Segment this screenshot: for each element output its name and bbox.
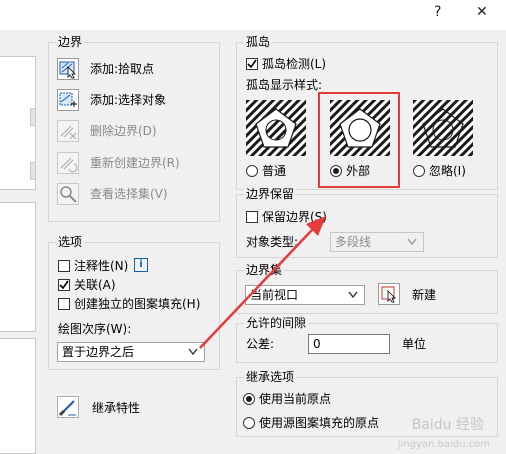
checkmark-icon — [247, 59, 257, 69]
chevron-down-icon — [348, 291, 358, 299]
separate-hatches-checkbox[interactable] — [58, 298, 70, 310]
boundary-set-select[interactable]: 当前视口 — [245, 285, 365, 305]
annotative-checkbox[interactable] — [58, 260, 70, 272]
view-selections-button[interactable] — [57, 183, 79, 205]
associative-label: 关联(A) — [74, 278, 116, 292]
add-select-objects-button[interactable] — [57, 89, 79, 111]
chevron-down-icon — [407, 238, 417, 246]
tolerance-label: 公差: — [246, 337, 275, 351]
tolerance-unit-label: 单位 — [402, 337, 427, 351]
add-select-objects-label[interactable]: 添加:选择对象 — [90, 92, 166, 108]
options-title: 选项 — [56, 234, 85, 250]
boundary-set-value: 当前视口 — [250, 288, 299, 302]
watermark-sub: jingyan.baidu.com — [397, 439, 490, 450]
new-boundary-set-button[interactable] — [378, 283, 400, 305]
island-detection-checkbox[interactable] — [246, 58, 258, 70]
object-type-label: 对象类型: — [246, 235, 299, 249]
draw-order-value: 置于边界之后 — [62, 345, 135, 359]
remove-boundaries-button[interactable] — [57, 120, 79, 142]
retain-boundaries-checkbox[interactable] — [246, 211, 258, 223]
dialog-titlebar: ? ✕ — [0, 0, 506, 30]
pick-point-icon — [59, 61, 76, 79]
island-detection-label: 孤岛检测(L) — [262, 57, 327, 71]
boundaries-title: 边界 — [56, 34, 85, 50]
add-pick-points-label[interactable]: 添加:拾取点 — [90, 61, 154, 77]
use-source-origin-radio[interactable] — [243, 417, 255, 429]
boundary-retention-title: 边界保留 — [244, 186, 297, 202]
recreate-boundary-icon — [60, 157, 78, 173]
left-panel-tick — [30, 162, 36, 180]
tolerance-value: 0 — [313, 337, 321, 351]
gap-tolerance-title: 允许的间隙 — [244, 315, 309, 331]
info-icon[interactable]: i — [134, 258, 148, 272]
recreate-boundary-button[interactable] — [57, 152, 79, 174]
object-type-select[interactable]: 多段线 — [330, 232, 424, 252]
new-boundary-set-icon — [381, 286, 396, 303]
inherit-options-title: 继承选项 — [244, 369, 297, 385]
associative-checkbox[interactable] — [58, 279, 70, 291]
left-panel-tick — [30, 108, 36, 126]
retain-boundaries-label: 保留边界(S) — [262, 210, 327, 224]
islands-title: 孤岛 — [244, 34, 273, 50]
annotation-highlight-box — [318, 92, 400, 188]
use-source-origin-label: 使用源图案填充的原点 — [259, 416, 380, 430]
close-button[interactable]: ✕ — [476, 4, 488, 20]
add-pick-points-button[interactable] — [57, 58, 79, 80]
annotative-label: 注释性(N) — [74, 259, 129, 273]
checkmark-icon — [59, 280, 69, 290]
style-ignore-radio[interactable] — [413, 165, 425, 177]
left-panel-edge — [0, 40, 38, 454]
remove-boundaries-label[interactable]: 删除边界(D) — [90, 123, 157, 139]
inherit-properties-button[interactable] — [57, 396, 79, 418]
select-objects-icon — [59, 92, 77, 107]
draw-order-select[interactable]: 置于边界之后 — [57, 342, 205, 362]
view-selections-label[interactable]: 查看选择集(V) — [90, 186, 168, 202]
island-display-style-label: 孤岛显示样式: — [246, 78, 323, 92]
ignore-style-preview-icon[interactable] — [413, 100, 473, 156]
separate-hatches-label: 创建独立的图案填充(H) — [74, 297, 201, 311]
boundary-set-title: 边界集 — [244, 262, 285, 278]
paintbrush-icon — [58, 400, 76, 417]
inherit-properties-label[interactable]: 继承特性 — [92, 400, 140, 416]
style-normal-radio[interactable] — [246, 165, 258, 177]
tolerance-input[interactable]: 0 — [308, 334, 390, 354]
remove-boundary-icon — [60, 125, 77, 140]
magnifier-icon — [60, 186, 77, 203]
watermark: Baidu 经验 — [411, 417, 484, 433]
chevron-down-icon — [188, 348, 198, 356]
left-panel-box — [0, 202, 36, 332]
object-type-value: 多段线 — [335, 235, 372, 249]
style-normal-label: 普通 — [262, 164, 287, 178]
recreate-boundary-label[interactable]: 重新创建边界(R) — [90, 155, 180, 171]
use-current-origin-radio[interactable] — [243, 393, 255, 405]
left-panel-box — [0, 338, 36, 454]
new-boundary-set-label: 新建 — [412, 288, 437, 302]
use-current-origin-label: 使用当前原点 — [259, 392, 332, 406]
normal-style-preview-icon[interactable] — [246, 100, 306, 156]
help-button[interactable]: ? — [434, 4, 441, 20]
draw-order-label: 绘图次序(W): — [58, 322, 132, 336]
style-ignore-label: 忽略(I) — [429, 164, 466, 178]
